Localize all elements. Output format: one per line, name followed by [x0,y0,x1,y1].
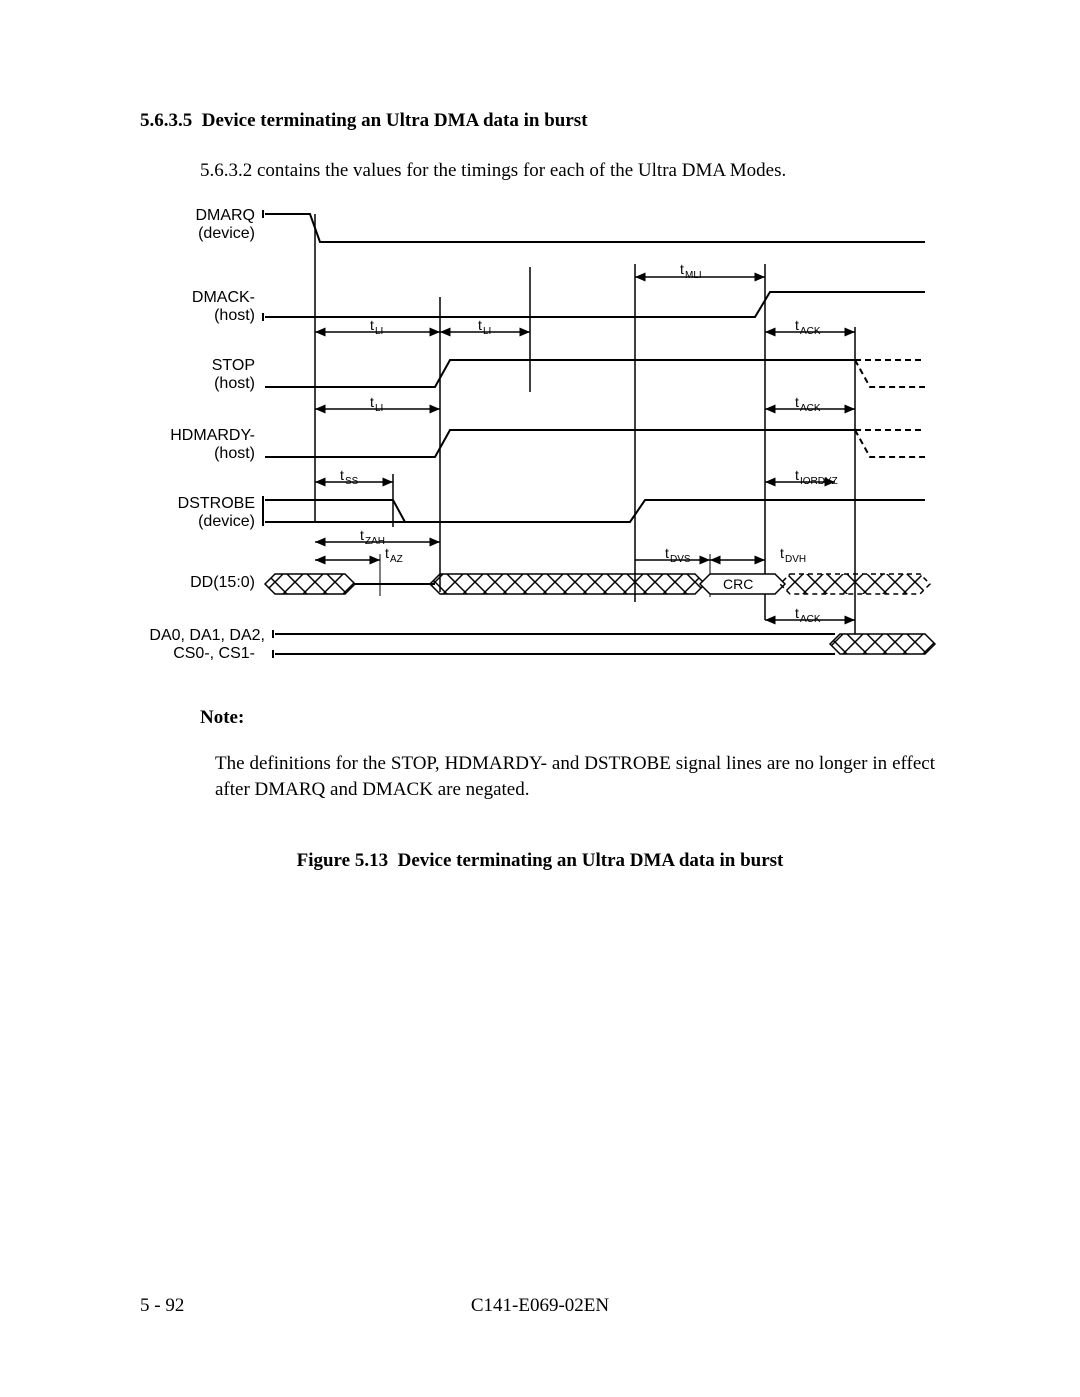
svg-text:t: t [340,467,344,483]
svg-text:DVH: DVH [785,554,806,565]
svg-text:ZAH: ZAH [365,536,385,547]
svg-text:t: t [478,317,482,333]
label-dmack-sub: (host) [214,307,255,324]
svg-text:t: t [795,317,799,333]
label-dstrobe: DSTROBE [178,495,255,512]
svg-text:t: t [385,545,389,561]
section-number: 5.6.3.5 [140,110,192,131]
footer-docid: C141-E069-02EN [140,1295,940,1317]
label-hdmardy-sub: (host) [214,445,255,462]
label-stop: STOP [212,357,255,374]
svg-text:CRC: CRC [723,576,753,592]
label-dmarq: DMARQ [195,207,255,224]
label-dstrobe-sub: (device) [198,513,255,530]
label-dmarq-sub: (device) [198,225,255,242]
svg-text:DVS: DVS [670,554,691,565]
svg-text:MLI: MLI [685,270,702,281]
label-hdmardy: HDMARDY- [170,427,255,444]
figure-caption: Figure 5.13 Device terminating an Ultra … [140,850,940,872]
svg-text:t: t [780,545,784,561]
svg-text:t: t [665,545,669,561]
label-dmack: DMACK- [192,289,255,306]
section-heading: 5.6.3.5 Device terminating an Ultra DMA … [140,110,940,132]
svg-text:t: t [795,394,799,410]
intro-text: 5.6.3.2 contains the values for the timi… [200,160,940,182]
svg-text:t: t [360,527,364,543]
svg-text:t: t [795,467,799,483]
note-heading: Note: [200,707,940,729]
svg-text:ACK: ACK [800,326,821,337]
page-content: 5.6.3.5 Device terminating an Ultra DMA … [140,110,940,872]
svg-text:IORDYZ: IORDYZ [800,476,838,487]
svg-text:LI: LI [375,326,383,337]
svg-text:t: t [370,394,374,410]
svg-text:t: t [680,261,684,277]
svg-text:LI: LI [375,403,383,414]
svg-text:SS: SS [345,476,359,487]
svg-text:AZ: AZ [390,554,403,565]
figure-title: Device terminating an Ultra DMA data in … [398,850,784,871]
label-stop-sub: (host) [214,375,255,392]
page-footer: 5 - 92 C141-E069-02EN [140,1295,940,1317]
svg-text:t: t [370,317,374,333]
section-title: Device terminating an Ultra DMA data in … [202,110,588,131]
label-da: DA0, DA1, DA2, [149,627,265,644]
timing-diagram: DMARQ (device) DMACK- (host) STOP (host)… [135,202,940,677]
svg-text:ACK: ACK [800,614,821,625]
note-body: The definitions for the STOP, HDMARDY- a… [215,751,935,802]
label-dd: DD(15:0) [190,574,255,591]
svg-text:t: t [795,605,799,621]
svg-text:ACK: ACK [800,403,821,414]
figure-number: Figure 5.13 [297,850,388,871]
svg-text:LI: LI [483,326,491,337]
label-da-sub: CS0-, CS1- [173,645,255,662]
